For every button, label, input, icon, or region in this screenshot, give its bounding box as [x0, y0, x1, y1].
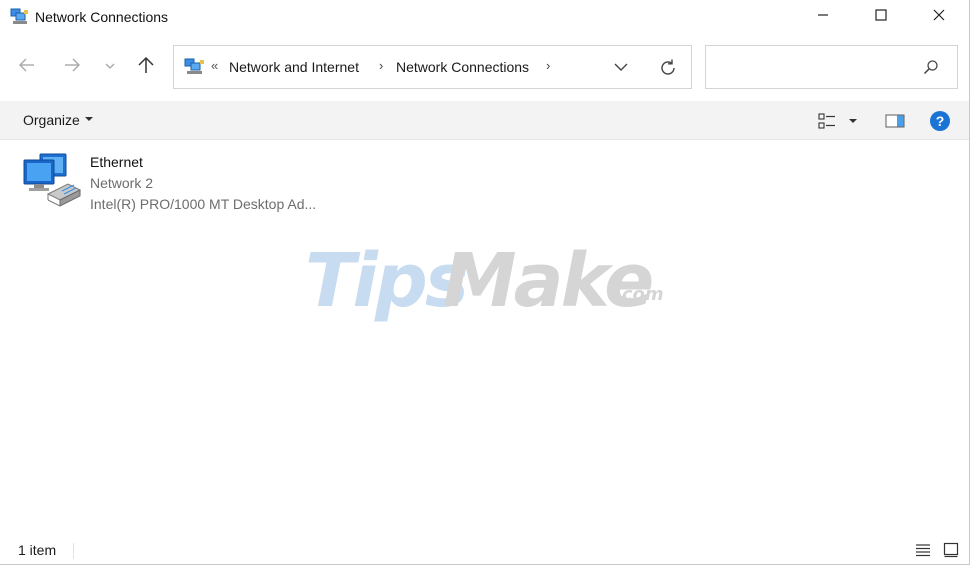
item-count: 1 item: [18, 542, 57, 558]
search-icon: [923, 59, 939, 75]
status-bar: 1 item: [0, 535, 969, 564]
title-bar: Network Connections: [0, 0, 969, 36]
minimize-icon: [817, 8, 829, 26]
network-connections-icon: [184, 58, 206, 76]
network-connections-icon: [10, 8, 30, 26]
details-view-icon[interactable]: [914, 541, 932, 559]
forward-button[interactable]: [57, 52, 87, 82]
status-divider: [73, 543, 74, 559]
command-bar: Organize ?: [0, 101, 969, 140]
refresh-button[interactable]: [657, 57, 679, 79]
maximize-button[interactable]: [852, 0, 910, 34]
help-glyph: ?: [936, 113, 945, 129]
ethernet-adapter-icon: [22, 150, 84, 210]
forward-arrow-icon: [63, 57, 81, 78]
watermark-part-1: Tips: [305, 238, 469, 324]
close-button[interactable]: [910, 0, 968, 34]
breadcrumb-separator[interactable]: ›: [379, 58, 383, 73]
refresh-icon: [657, 59, 679, 83]
item-name: Ethernet: [90, 154, 143, 170]
view-options-icon[interactable]: [816, 110, 838, 132]
breadcrumb-separator[interactable]: ›: [546, 58, 550, 73]
preview-pane-icon[interactable]: [884, 110, 906, 132]
up-arrow-icon: [137, 55, 155, 80]
window-title: Network Connections: [35, 9, 169, 25]
search-input[interactable]: [705, 45, 958, 89]
item-network: Network 2: [90, 175, 154, 191]
up-button[interactable]: [131, 52, 161, 82]
organize-menu-button[interactable]: Organize: [23, 112, 93, 128]
back-arrow-icon: [18, 57, 36, 78]
address-history-button[interactable]: [611, 57, 631, 77]
item-adapter: Intel(R) PRO/1000 MT Desktop Ad...: [90, 196, 317, 212]
minimize-button[interactable]: [794, 0, 852, 34]
large-icons-view-icon[interactable]: [942, 541, 960, 559]
recent-locations-button[interactable]: [95, 52, 125, 82]
breadcrumb-network-connections[interactable]: Network Connections: [396, 59, 529, 75]
watermark-part-3: .com: [615, 284, 664, 305]
watermark-part-2: Make: [443, 238, 654, 324]
maximize-icon: [875, 8, 887, 26]
close-icon: [933, 8, 945, 26]
caret-down-icon: [84, 117, 93, 122]
list-item-ethernet[interactable]: Ethernet Network 2 Intel(R) PRO/1000 MT …: [18, 148, 348, 216]
organize-label: Organize: [23, 112, 80, 128]
view-options-dropdown[interactable]: [843, 110, 865, 132]
help-icon[interactable]: ?: [929, 110, 951, 132]
chevron-down-icon: [104, 58, 116, 76]
back-button[interactable]: [12, 52, 42, 82]
explorer-window: Network Connections « Network and Intern…: [0, 0, 970, 565]
watermark-logo: Tips Make .com: [305, 238, 665, 328]
breadcrumb-overflow[interactable]: «: [211, 58, 218, 73]
address-bar[interactable]: « Network and Internet › Network Connect…: [173, 45, 692, 89]
breadcrumb-network-and-internet[interactable]: Network and Internet: [229, 59, 359, 75]
